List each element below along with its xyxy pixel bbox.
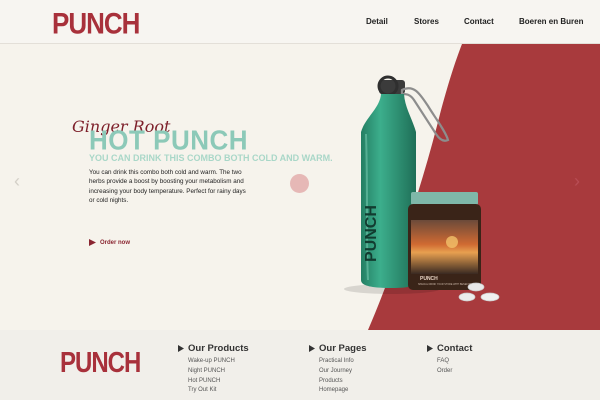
hero-section: Ginger Root HOT PUNCH YOU CAN DRINK THIS… bbox=[0, 44, 600, 330]
footer-heading-label: Our Pages bbox=[319, 343, 367, 354]
footer-logo[interactable]: PUNCH bbox=[60, 347, 141, 381]
nav-detail[interactable]: Detail bbox=[366, 17, 388, 26]
footer-link-practical-info[interactable]: Practical Info bbox=[309, 357, 367, 367]
jar-brand-text: PUNCH bbox=[420, 276, 438, 282]
bottle-brand-text: PUNCH bbox=[363, 205, 380, 262]
footer-link-products[interactable]: Products bbox=[309, 377, 367, 387]
footer-link-faq[interactable]: FAQ bbox=[427, 357, 472, 367]
nav-contact[interactable]: Contact bbox=[464, 17, 494, 26]
footer-heading-products: Our Products bbox=[178, 343, 249, 354]
footer-link-order[interactable]: Order bbox=[427, 367, 472, 377]
play-triangle-icon bbox=[309, 345, 315, 352]
footer-link-try-out-kit[interactable]: Try Out Kit bbox=[178, 386, 249, 396]
play-triangle-icon bbox=[178, 345, 184, 352]
footer-link-hot-punch[interactable]: Hot PUNCH bbox=[178, 377, 249, 387]
nav-boeren-en-buren[interactable]: Boeren en Buren bbox=[519, 17, 583, 26]
product-image: PUNCH PUNCH SPECIAL DRINK YOUR STORE WIT… bbox=[344, 75, 500, 302]
play-triangle-icon bbox=[427, 345, 433, 352]
footer-link-wake-up-punch[interactable]: Wake-up PUNCH bbox=[178, 357, 249, 367]
footer-col-pages: Our Pages Practical Info Our Journey Pro… bbox=[309, 343, 367, 396]
footer-heading-pages: Our Pages bbox=[309, 343, 367, 354]
top-bar: PUNCH Detail Stores Contact Boeren en Bu… bbox=[0, 0, 600, 44]
footer-col-contact: Contact FAQ Order bbox=[427, 343, 472, 377]
footer-link-our-journey[interactable]: Our Journey bbox=[309, 367, 367, 377]
footer-heading-contact: Contact bbox=[427, 343, 472, 354]
footer-link-homepage[interactable]: Homepage bbox=[309, 386, 367, 396]
footer-heading-label: Contact bbox=[437, 343, 473, 354]
footer-link-night-punch[interactable]: Night PUNCH bbox=[178, 367, 249, 377]
footer-heading-label: Our Products bbox=[188, 343, 249, 354]
footer-col-products: Our Products Wake-up PUNCH Night PUNCH H… bbox=[178, 343, 249, 396]
jar-tagline-text: SPECIAL DRINK YOUR STORE WITH BENEFITS bbox=[418, 283, 472, 286]
brand-logo[interactable]: PUNCH bbox=[52, 6, 140, 42]
nav-stores[interactable]: Stores bbox=[414, 17, 439, 26]
